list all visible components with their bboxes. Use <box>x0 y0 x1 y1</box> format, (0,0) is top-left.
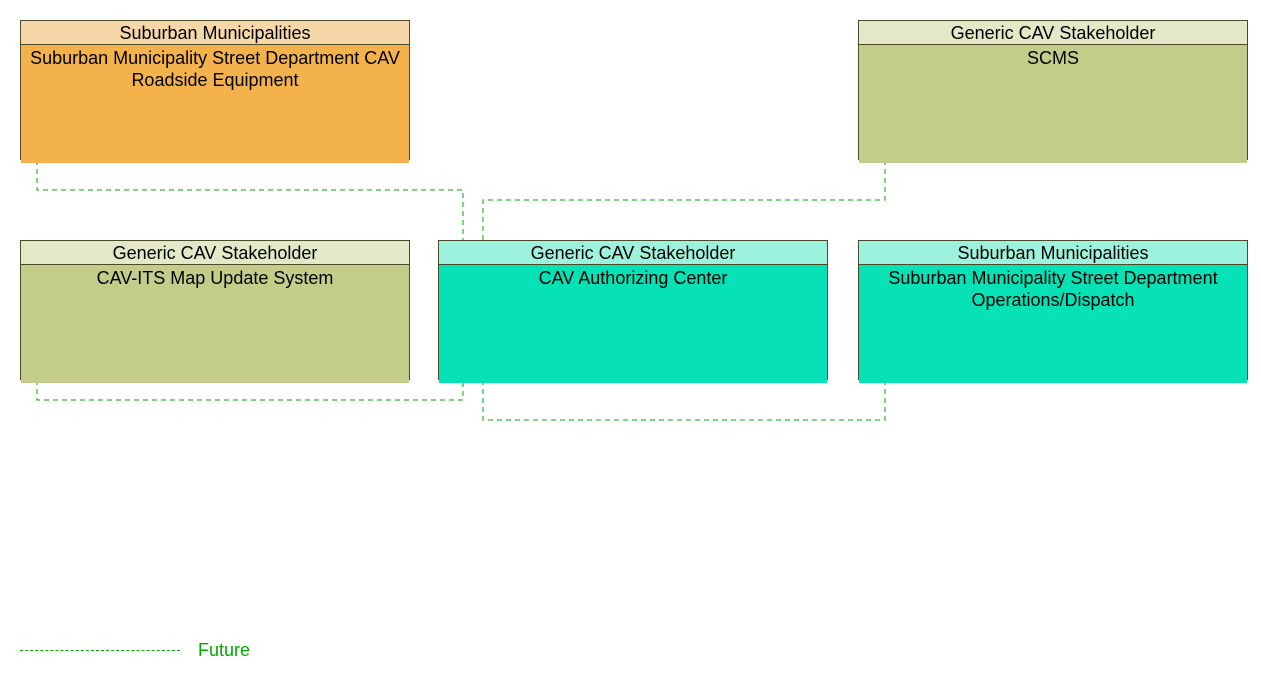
wire-topright-center <box>483 160 885 240</box>
node-stakeholder-label: Generic CAV Stakeholder <box>439 241 827 265</box>
wire-topleft-center <box>37 160 463 240</box>
node-scms[interactable]: Generic CAV Stakeholder SCMS <box>858 20 1248 160</box>
diagram-canvas: Suburban Municipalities Suburban Municip… <box>0 0 1261 682</box>
node-stakeholder-label: Suburban Municipalities <box>21 21 409 45</box>
node-suburban-roadside-equipment[interactable]: Suburban Municipalities Suburban Municip… <box>20 20 410 160</box>
node-cav-authorizing-center[interactable]: Generic CAV Stakeholder CAV Authorizing … <box>438 240 828 380</box>
node-stakeholder-label: Generic CAV Stakeholder <box>21 241 409 265</box>
node-cav-its-map-update[interactable]: Generic CAV Stakeholder CAV-ITS Map Upda… <box>20 240 410 380</box>
node-stakeholder-label: Suburban Municipalities <box>859 241 1247 265</box>
node-stakeholder-label: Generic CAV Stakeholder <box>859 21 1247 45</box>
wire-midright-center <box>483 380 885 420</box>
node-name-label: CAV-ITS Map Update System <box>21 265 409 383</box>
legend-line-future <box>20 650 180 651</box>
legend-label-future: Future <box>198 640 250 661</box>
wire-midleft-center <box>37 380 463 400</box>
node-name-label: Suburban Municipality Street Department … <box>859 265 1247 383</box>
node-name-label: SCMS <box>859 45 1247 163</box>
node-suburban-ops-dispatch[interactable]: Suburban Municipalities Suburban Municip… <box>858 240 1248 380</box>
node-name-label: Suburban Municipality Street Department … <box>21 45 409 163</box>
node-name-label: CAV Authorizing Center <box>439 265 827 383</box>
legend: Future <box>20 640 250 661</box>
